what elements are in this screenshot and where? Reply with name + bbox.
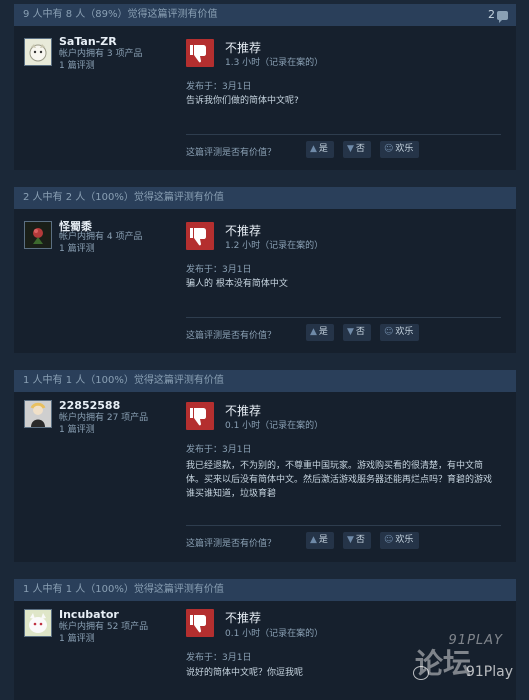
user-products[interactable]: 帐户内拥有 52 项产品: [59, 621, 148, 633]
helpful-summary: 9 人中有 8 人（89%）觉得这篇评测有价值 2: [14, 4, 516, 26]
user-review-count[interactable]: 1 篇评测: [59, 633, 95, 645]
vote-question: 这篇评测是否有价值？: [186, 539, 277, 549]
playtime: 0.1 小时（记录在案的）: [225, 421, 324, 431]
vote-no-button[interactable]: ▼ 否: [343, 532, 371, 549]
user-products[interactable]: 帐户内拥有 3 项产品: [59, 48, 142, 60]
helpful-summary: 2 人中有 2 人（100%）觉得这篇评测有价值: [14, 187, 516, 209]
vote-funny-label: 欢乐: [395, 327, 414, 337]
vote-funny-button[interactable]: ☺ 欢乐: [380, 324, 420, 341]
user-name[interactable]: 22852588: [59, 399, 120, 412]
comment-count-number: 2: [488, 8, 495, 21]
vote-funny-label: 欢乐: [395, 144, 414, 154]
divider: [186, 525, 501, 526]
user-review-count[interactable]: 1 篇评测: [59, 243, 95, 255]
vote-yes-button[interactable]: ▲ 是: [306, 141, 334, 158]
playtime: 1.3 小时（记录在案的）: [225, 58, 324, 68]
avatar[interactable]: [24, 221, 52, 249]
verdict-title[interactable]: 不推荐: [225, 402, 261, 419]
vote-no-label: 否: [355, 535, 365, 545]
vote-no-label: 否: [355, 327, 365, 337]
wechat-icon: [413, 666, 429, 680]
vote-yes-button[interactable]: ▲ 是: [306, 324, 334, 341]
review-text: 骗人的 根本没有简体中文: [186, 279, 288, 289]
posted-date: 发布于：3月1日: [186, 265, 252, 275]
user-review-count[interactable]: 1 篇评测: [59, 424, 95, 436]
playtime: 0.1 小时（记录在案的）: [225, 629, 324, 639]
vote-yes-label: 是: [318, 144, 328, 154]
posted-date: 发布于：3月1日: [186, 82, 252, 92]
vote-funny-label: 欢乐: [395, 535, 414, 545]
thumbs-down-icon: [186, 39, 214, 67]
thumbs-down-icon: ▼: [347, 535, 354, 545]
user-name[interactable]: Incubator: [59, 608, 119, 621]
divider: [186, 134, 501, 135]
helpful-text: 2 人中有 2 人（100%）觉得这篇评测有价值: [23, 192, 224, 203]
vote-question: 这篇评测是否有价值？: [186, 331, 277, 341]
helpful-text: 9 人中有 8 人（89%）觉得这篇评测有价值: [23, 9, 218, 20]
thumbs-down-icon: ▼: [347, 144, 354, 154]
posted-date: 发布于：3月1日: [186, 445, 252, 455]
thumbs-down-icon: [186, 222, 214, 250]
user-name[interactable]: SaTan-ZR: [59, 35, 117, 48]
vote-question: 这篇评测是否有价值？: [186, 148, 277, 158]
helpful-summary: 1 人中有 1 人（100%）觉得这篇评测有价值: [14, 370, 516, 392]
verdict-title[interactable]: 不推荐: [225, 222, 261, 239]
thumbs-down-icon: [186, 609, 214, 637]
review-text: 我已经退款，不为别的，不尊重中国玩家。游戏购买看的很清楚，有中文简体。买来以后没…: [186, 461, 493, 499]
vote-yes-label: 是: [318, 327, 328, 337]
helpful-text: 1 人中有 1 人（100%）觉得这篇评测有价值: [23, 584, 224, 595]
vote-funny-button[interactable]: ☺ 欢乐: [380, 141, 420, 158]
review-card: 9 人中有 8 人（89%）觉得这篇评测有价值 2 SaTan-ZR 帐户内拥有…: [14, 4, 516, 170]
vote-yes-button[interactable]: ▲ 是: [306, 532, 334, 549]
review-text: 告诉我你们做的简体中文呢?: [186, 96, 299, 106]
vote-yes-label: 是: [318, 535, 328, 545]
vote-no-label: 否: [355, 144, 365, 154]
helpful-summary: 1 人中有 1 人（100%）觉得这篇评测有价值: [14, 579, 516, 601]
user-products[interactable]: 帐户内拥有 4 项产品: [59, 231, 142, 243]
vote-funny-button[interactable]: ☺ 欢乐: [380, 532, 420, 549]
user-products[interactable]: 帐户内拥有 27 项产品: [59, 412, 148, 424]
review-card: 2 人中有 2 人（100%）觉得这篇评测有价值 怪蜀黍 帐户内拥有 4 项产品…: [14, 187, 516, 353]
smiley-icon: ☺: [384, 535, 394, 545]
review-card: 1 人中有 1 人（100%）觉得这篇评测有价值 22852588 帐户内拥有 …: [14, 370, 516, 562]
verdict-title[interactable]: 不推荐: [225, 39, 261, 56]
posted-date: 发布于：3月1日: [186, 653, 252, 663]
divider: [186, 317, 501, 318]
vote-no-button[interactable]: ▼ 否: [343, 141, 371, 158]
comment-bubble-icon: [497, 10, 508, 23]
smiley-icon: ☺: [384, 144, 394, 154]
watermark-brand: 91Play: [465, 664, 513, 680]
thumbs-down-icon: [186, 402, 214, 430]
playtime: 1.2 小时（记录在案的）: [225, 241, 324, 251]
thumbs-up-icon: ▲: [310, 144, 317, 154]
smiley-icon: ☺: [384, 327, 394, 337]
thumbs-up-icon: ▲: [310, 327, 317, 337]
thumbs-up-icon: ▲: [310, 535, 317, 545]
avatar[interactable]: [24, 609, 52, 637]
helpful-text: 1 人中有 1 人（100%）觉得这篇评测有价值: [23, 375, 224, 386]
thumbs-down-icon: ▼: [347, 327, 354, 337]
user-review-count[interactable]: 1 篇评测: [59, 60, 95, 72]
avatar[interactable]: [24, 38, 52, 66]
verdict-title[interactable]: 不推荐: [225, 609, 261, 626]
vote-no-button[interactable]: ▼ 否: [343, 324, 371, 341]
avatar[interactable]: [24, 400, 52, 428]
comment-count[interactable]: 2: [488, 4, 508, 26]
